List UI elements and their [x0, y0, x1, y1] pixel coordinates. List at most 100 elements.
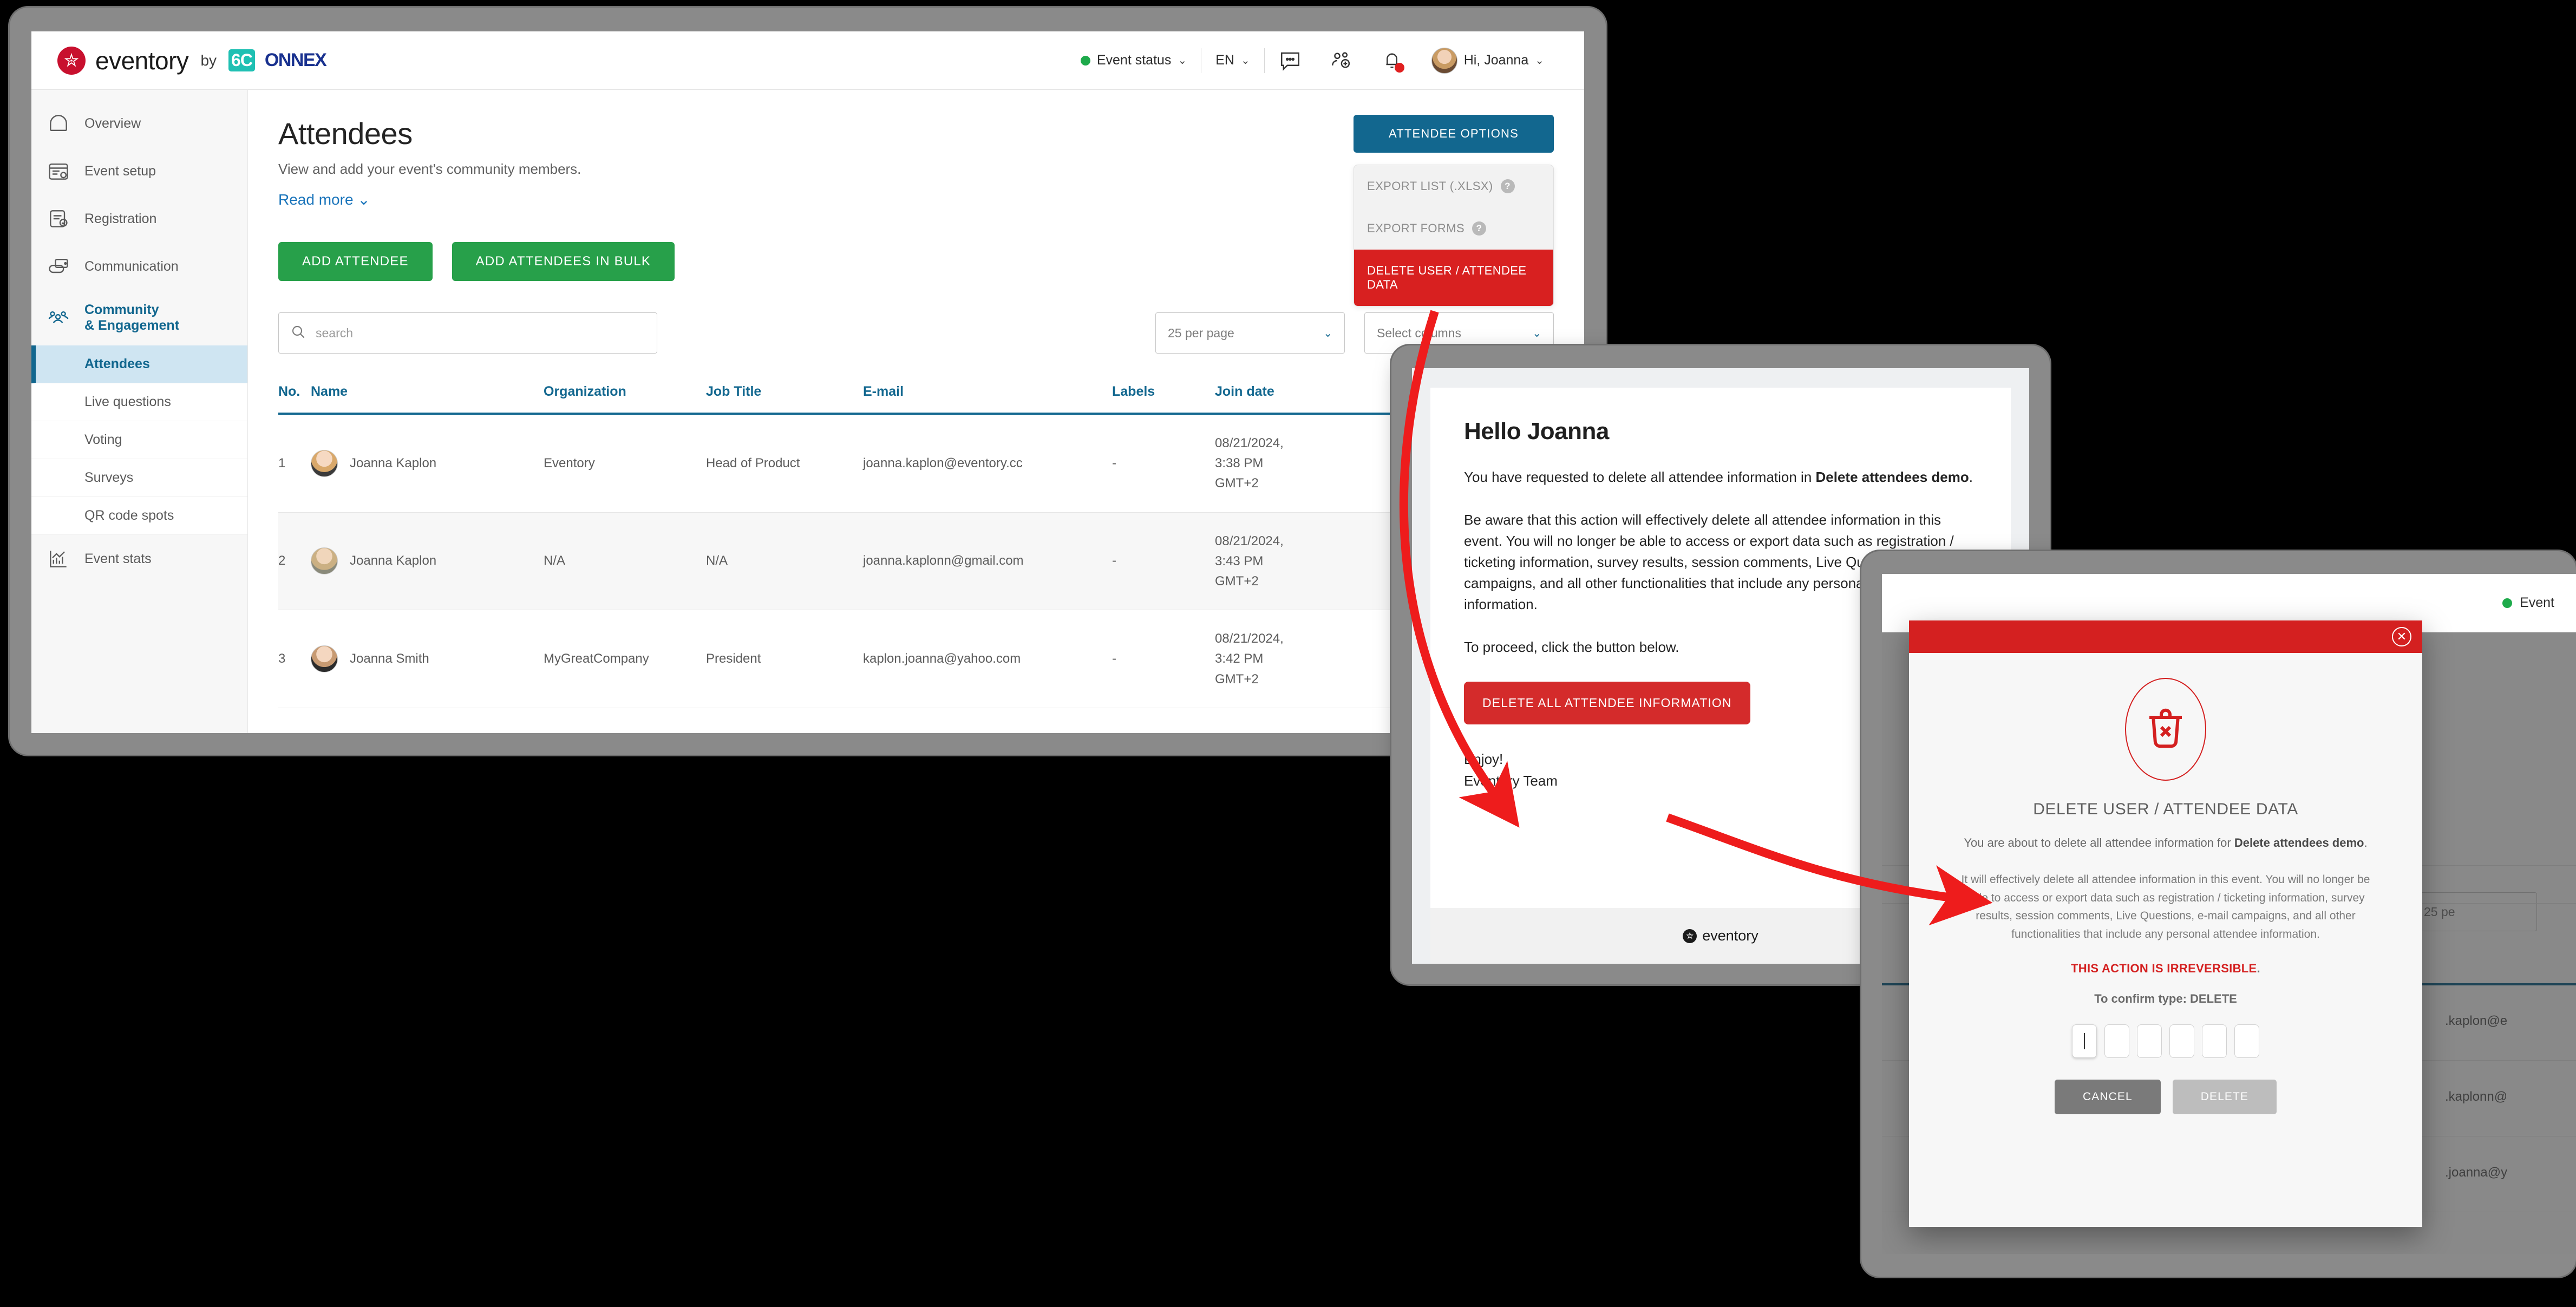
- email-p1-a: You have requested to delete all attende…: [1464, 469, 1816, 485]
- cell-email: joanna.kaplon@eventory.cc: [863, 414, 1112, 513]
- chat-icon: [1279, 49, 1302, 72]
- cell-organization: Eventory: [544, 414, 706, 513]
- select-columns-value: Select columns: [1377, 325, 1461, 340]
- sidebar-item-registration[interactable]: Registration: [31, 195, 247, 243]
- device-frame-main-app: ✮ eventory by 6C ONNEX Event status ⌄ EN …: [10, 8, 1606, 755]
- menu-item-label: EXPORT LIST (.XLSX): [1367, 179, 1493, 193]
- modal-body: DELETE USER / ATTENDEE DATA You are abou…: [1909, 653, 2422, 1136]
- trash-x-icon: [2125, 678, 2206, 781]
- delete-button[interactable]: DELETE: [2172, 1080, 2277, 1115]
- modal-title: DELETE USER / ATTENDEE DATA: [2033, 800, 2298, 818]
- avatar: [311, 449, 338, 477]
- sidebar-item-label: Event setup: [84, 163, 156, 179]
- search-input[interactable]: search: [278, 312, 657, 354]
- sidebar-item-label: Communication: [84, 258, 179, 274]
- column-header-email[interactable]: E-mail: [863, 384, 1112, 415]
- sidebar-item-live-questions[interactable]: Live questions: [31, 383, 247, 421]
- cell-name: Joanna Kaplon: [311, 414, 544, 513]
- confirm-code-cell-1[interactable]: [2072, 1024, 2097, 1058]
- attendees-table: No. Name Organization Job Title E-mail L…: [278, 384, 1554, 708]
- modal-lead-a: You are about to delete all attendee inf…: [1964, 836, 2234, 849]
- sidebar-item-overview[interactable]: Overview: [31, 100, 247, 147]
- main-content: Attendees View and add your event's comm…: [248, 90, 1584, 733]
- per-page-value: 25 per page: [1168, 325, 1234, 340]
- menu-item-export-list[interactable]: EXPORT LIST (.XLSX) ?: [1354, 165, 1553, 207]
- sidebar-item-event-stats[interactable]: Event stats: [31, 535, 247, 583]
- chat-button[interactable]: [1265, 49, 1316, 72]
- confirm-code-cell-3[interactable]: [2137, 1024, 2162, 1058]
- event-status-selector[interactable]: Event status ⌄: [1067, 53, 1201, 68]
- modal-host-page: ent's comm 25 pe Kaplon .kaplon@e Kaplon…: [1882, 574, 2576, 1254]
- cell-job-title: President: [706, 610, 863, 708]
- modal-event-name: Delete attendees demo: [2234, 836, 2364, 849]
- cell-name: Joanna Kaplon: [311, 512, 544, 611]
- help-icon[interactable]: ?: [1500, 179, 1515, 193]
- star-icon: ✮: [57, 46, 86, 75]
- cell-organization: N/A: [544, 512, 706, 611]
- confirm-code-cell-2[interactable]: [2104, 1024, 2129, 1058]
- modal-actions: CANCEL DELETE: [1956, 1080, 2376, 1115]
- partner-logo-prefix: 6C: [228, 49, 255, 71]
- cell-no: 2: [278, 512, 311, 611]
- avatar: [311, 547, 338, 575]
- cancel-button[interactable]: CANCEL: [2054, 1080, 2161, 1115]
- read-more-label: Read more: [278, 191, 354, 208]
- cell-no: 3: [278, 610, 311, 708]
- cell-job-title: Head of Product: [706, 414, 863, 513]
- app-screen: ✮ eventory by 6C ONNEX Event status ⌄ EN …: [31, 31, 1584, 733]
- table-row[interactable]: 1 Joanna Kaplon Eventory Head of Product: [278, 414, 1554, 513]
- header-actions: Event status ⌄ EN ⌄ Hi, Joanna ⌄: [1067, 47, 1558, 74]
- modal-lead: You are about to delete all attendee inf…: [1956, 834, 2376, 852]
- attendee-options-button[interactable]: ATTENDEE OPTIONS: [1354, 115, 1554, 153]
- add-attendee-button[interactable]: ADD ATTENDEE: [278, 242, 433, 281]
- add-people-button[interactable]: [1316, 49, 1367, 72]
- cell-labels: -: [1112, 414, 1215, 513]
- sidebar-item-attendees[interactable]: Attendees: [31, 345, 247, 383]
- chevron-down-icon: ⌄: [357, 191, 370, 208]
- sidebar-item-qr-code-spots[interactable]: QR code spots: [31, 497, 247, 535]
- user-menu[interactable]: Hi, Joanna ⌄: [1417, 47, 1558, 74]
- brand-name: eventory: [95, 46, 189, 75]
- status-dot-icon: [2502, 598, 2513, 608]
- per-page-select[interactable]: 25 per page ⌄: [1155, 312, 1345, 354]
- brand-logo[interactable]: ✮ eventory by 6C ONNEX: [57, 46, 327, 75]
- chevron-down-icon: ⌄: [1323, 327, 1332, 339]
- sidebar-item-communication[interactable]: Communication: [31, 243, 247, 290]
- column-header-job-title[interactable]: Job Title: [706, 384, 863, 415]
- sidebar: Overview Event setup Registration Commun…: [31, 90, 248, 733]
- attendee-options: ATTENDEE OPTIONS EXPORT LIST (.XLSX) ? E…: [1354, 115, 1554, 306]
- cell-labels: -: [1112, 512, 1215, 611]
- notifications-button[interactable]: [1367, 49, 1417, 73]
- notification-badge: [1394, 62, 1404, 73]
- menu-item-export-forms[interactable]: EXPORT FORMS ?: [1354, 207, 1553, 250]
- language-selector[interactable]: EN ⌄: [1201, 53, 1264, 68]
- close-icon[interactable]: ✕: [2392, 627, 2411, 646]
- irreversible-warning-text: THIS ACTION IS IRREVERSIBLE: [2071, 962, 2257, 976]
- add-attendees-in-bulk-button[interactable]: ADD ATTENDEES IN BULK: [452, 242, 675, 281]
- confirm-code-cell-5[interactable]: [2202, 1024, 2227, 1058]
- partner-logo-suffix: ONNEX: [264, 50, 327, 70]
- delete-confirmation-modal: ✕ DELETE USER / ATTENDEE DATA You are ab…: [1909, 620, 2422, 1227]
- sidebar-item-community-engagement[interactable]: Community & Engagement: [31, 290, 247, 345]
- sidebar-item-surveys[interactable]: Surveys: [31, 459, 247, 497]
- add-people-icon: [1330, 49, 1352, 72]
- delete-all-attendee-information-button[interactable]: DELETE ALL ATTENDEE INFORMATION: [1464, 682, 1750, 724]
- table-row[interactable]: 3 Joanna Smith MyGreatCompany President: [278, 610, 1554, 708]
- column-header-labels[interactable]: Labels: [1112, 384, 1215, 415]
- sidebar-item-voting[interactable]: Voting: [31, 421, 247, 459]
- column-header-no[interactable]: No.: [278, 384, 311, 415]
- cell-email: joanna.kaplonn@gmail.com: [863, 512, 1112, 611]
- sidebar-item-label: Community & Engagement: [84, 302, 180, 333]
- envelope-icon: [47, 254, 70, 278]
- sidebar-item-label: Registration: [84, 211, 157, 226]
- email-paragraph-1: You have requested to delete all attende…: [1464, 467, 1977, 488]
- menu-item-delete-user-attendee-data[interactable]: DELETE USER / ATTENDEE DATA: [1354, 250, 1553, 306]
- column-header-organization[interactable]: Organization: [544, 384, 706, 415]
- table-row[interactable]: 2 Joanna Kaplon N/A N/A joanna.kaplonn@g…: [278, 512, 1554, 611]
- confirm-code-cell-4[interactable]: [2169, 1024, 2194, 1058]
- sidebar-item-event-setup[interactable]: Event setup: [31, 147, 247, 195]
- column-header-name[interactable]: Name: [311, 384, 544, 415]
- event-status-label: Event: [2520, 595, 2554, 610]
- confirm-code-cell-6[interactable]: [2234, 1024, 2259, 1058]
- help-icon[interactable]: ?: [1472, 221, 1487, 236]
